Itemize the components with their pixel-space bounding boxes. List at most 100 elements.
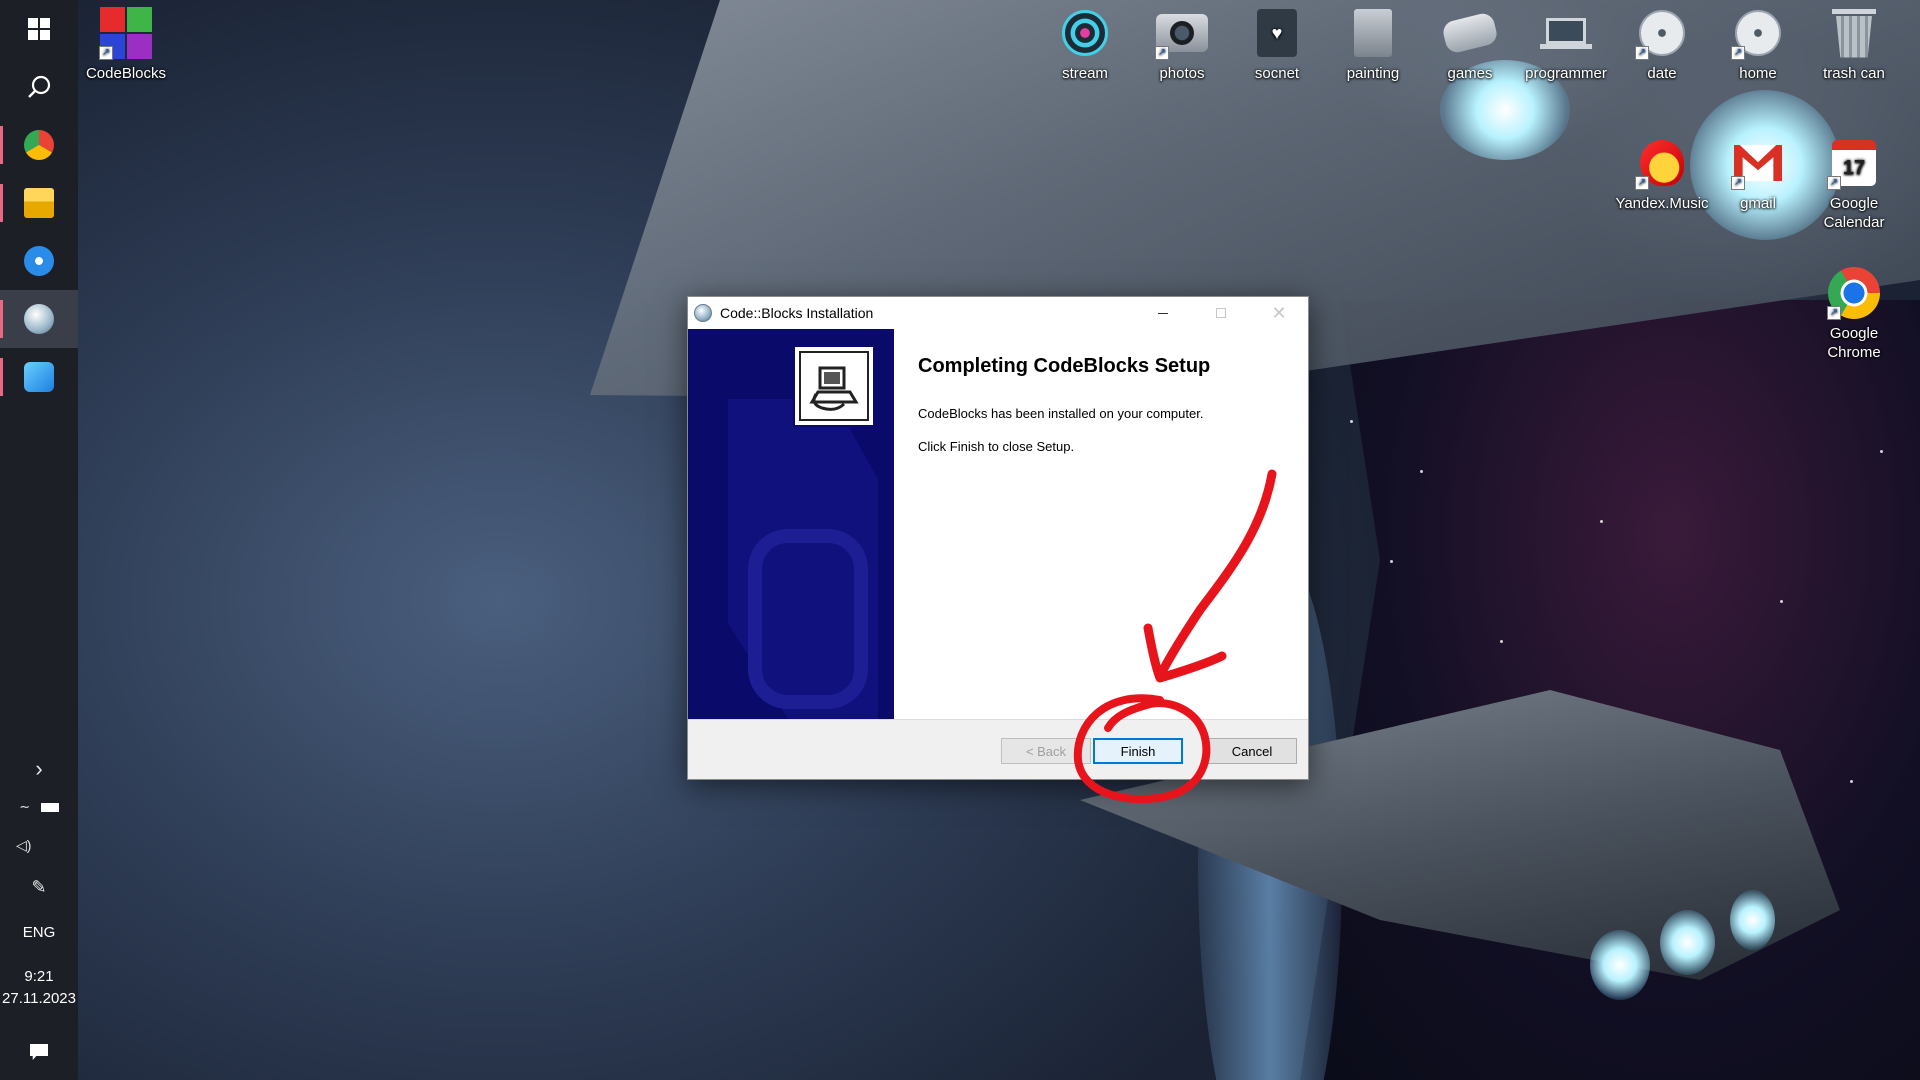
dialog-footer: < Back Finish Cancel <box>688 719 1308 779</box>
installer-icon <box>694 304 712 322</box>
taskbar-file-explorer[interactable] <box>0 174 78 232</box>
codeblocks-icon: ↗ <box>99 6 153 60</box>
desktop-icon-codeblocks[interactable]: ↗ CodeBlocks <box>78 6 174 83</box>
search-button[interactable] <box>0 58 78 116</box>
file-explorer-icon <box>24 188 54 218</box>
clock[interactable]: 9:21 27.11.2023 <box>2 956 76 1024</box>
speaker-icon: ◁) <box>16 836 32 853</box>
wallpaper-star <box>1390 560 1393 563</box>
battery-icon <box>40 802 59 812</box>
media-app-icon <box>24 246 54 276</box>
desktop-icon-label: CodeBlocks <box>85 65 167 82</box>
clock-time: 9:21 <box>24 968 54 985</box>
gmail-icon: ↗ <box>1731 136 1785 190</box>
chevron-right-icon: › <box>35 756 43 781</box>
chrome-icon: ↗ <box>1827 266 1881 320</box>
volume-button[interactable]: ◁) <box>0 826 78 864</box>
painting-icon <box>1346 6 1400 60</box>
desktop-icon-stream[interactable]: stream <box>1037 6 1133 83</box>
installer-app-icon <box>24 304 54 334</box>
finish-button[interactable]: Finish <box>1093 738 1183 764</box>
wallpaper-star <box>1880 450 1883 453</box>
desktop-icon-trash-can[interactable]: trash can <box>1806 6 1902 83</box>
desktop-icon-label: date <box>1647 65 1677 82</box>
dialog-titlebar[interactable]: Code::Blocks Installation ✕ <box>688 297 1308 329</box>
taskbar-installer[interactable] <box>0 290 78 348</box>
desktop-icon-label: home <box>1739 65 1777 82</box>
network-battery-tray[interactable]: ∼ <box>0 788 78 826</box>
wallpaper-star <box>1850 780 1853 783</box>
wallpaper-engine-glow <box>1590 930 1650 1000</box>
installer-logo-icon <box>793 345 875 427</box>
desktop-icon-label: socnet <box>1254 65 1300 82</box>
dialog-content: Completing CodeBlocks Setup CodeBlocks h… <box>894 329 1308 719</box>
disc-icon: ↗ <box>1731 6 1785 60</box>
maximize-button <box>1192 297 1250 329</box>
installer-banner <box>688 329 894 719</box>
wallpaper-star <box>1600 520 1603 523</box>
minimize-button[interactable] <box>1134 297 1192 329</box>
dialog-title: Code::Blocks Installation <box>720 305 874 321</box>
chrome-profile-icon <box>24 130 54 160</box>
windows-logo-icon <box>28 18 50 40</box>
dialog-heading: Completing CodeBlocks Setup <box>918 355 1211 377</box>
desktop-icon-yandex-music[interactable]: ↗ Yandex.Music <box>1614 136 1710 213</box>
wallpaper-engine-glow <box>1660 910 1715 975</box>
desktop-icon-gmail[interactable]: ↗ gmail <box>1710 136 1806 213</box>
desktop-icon-label: trash can <box>1823 65 1885 82</box>
clock-date: 27.11.2023 <box>2 990 76 1007</box>
desktop-icon-label: programmer <box>1525 65 1607 82</box>
desktop-icon-games[interactable]: games <box>1422 6 1518 83</box>
pen-icon: ✎ <box>31 876 47 897</box>
desktop-icon-socnet[interactable]: ♥ socnet <box>1229 6 1325 83</box>
installer-dialog: Code::Blocks Installation ✕ Completing C… <box>687 296 1309 780</box>
desktop-icon-programmer[interactable]: programmer <box>1518 6 1614 83</box>
dialog-body: Completing CodeBlocks Setup CodeBlocks h… <box>688 329 1308 719</box>
taskbar-media-app[interactable] <box>0 232 78 290</box>
notifications-button[interactable] <box>0 1024 78 1080</box>
desktop-icon-label: Google Chrome <box>1827 325 1881 361</box>
desktop-icon-label: painting <box>1346 65 1400 82</box>
wallpaper-star <box>1420 470 1423 473</box>
laptop-icon <box>1539 6 1593 60</box>
notification-icon <box>30 1044 48 1060</box>
desktop-icon-google-calendar[interactable]: 17 ↗ Google Calendar <box>1806 136 1902 232</box>
language-indicator[interactable]: ENG <box>0 910 78 956</box>
desktop-icon-label: photos <box>1159 65 1205 82</box>
close-instruction-text: Click Finish to close Setup. <box>918 439 1075 454</box>
desktop-icon-home[interactable]: ↗ home <box>1710 6 1806 83</box>
desktop-icon-date[interactable]: ↗ date <box>1614 6 1710 83</box>
gamepad-icon <box>1440 6 1500 60</box>
back-button: < Back <box>1001 738 1091 764</box>
guitar-icon: ↗ <box>1635 136 1689 190</box>
taskbar: › ∼ ◁) ✎ ENG 9:21 27.11.2023 <box>0 0 78 1080</box>
wallpaper-star <box>1500 640 1503 643</box>
wallpaper-star <box>1780 600 1783 603</box>
start-button[interactable] <box>0 0 78 58</box>
desktop-icon-label: gmail <box>1740 195 1776 212</box>
desktop-icon-painting[interactable]: painting <box>1325 6 1421 83</box>
wallpaper-engine-glow <box>1730 890 1775 950</box>
banner-decoration <box>748 529 868 709</box>
desktop-icon-label: games <box>1447 65 1493 82</box>
desktop-icon-google-chrome[interactable]: ↗ Google Chrome <box>1806 266 1902 362</box>
desktop-icon-label: Google Calendar <box>1823 195 1885 231</box>
disc-icon: ↗ <box>1635 6 1689 60</box>
maximize-icon <box>1216 308 1226 318</box>
desktop-icon-photos[interactable]: ↗ photos <box>1134 6 1230 83</box>
close-button: ✕ <box>1250 297 1308 329</box>
wifi-icon: ∼ <box>19 799 31 814</box>
cancel-button[interactable]: Cancel <box>1207 738 1297 764</box>
stream-icon <box>1058 6 1112 60</box>
socnet-icon: ♥ <box>1250 6 1304 60</box>
system-tray: › ∼ ◁) ✎ ENG 9:21 27.11.2023 <box>0 750 78 1080</box>
taskbar-photos[interactable] <box>0 348 78 406</box>
pen-button[interactable]: ✎ <box>0 864 78 910</box>
taskbar-chrome[interactable] <box>0 116 78 174</box>
desktop-icon-label: stream <box>1062 65 1108 82</box>
calendar-icon: 17 ↗ <box>1827 136 1881 190</box>
show-hidden-icons-button[interactable]: › <box>0 750 78 788</box>
search-icon <box>28 75 51 98</box>
minimize-icon <box>1158 312 1168 314</box>
trash-icon <box>1827 6 1881 60</box>
